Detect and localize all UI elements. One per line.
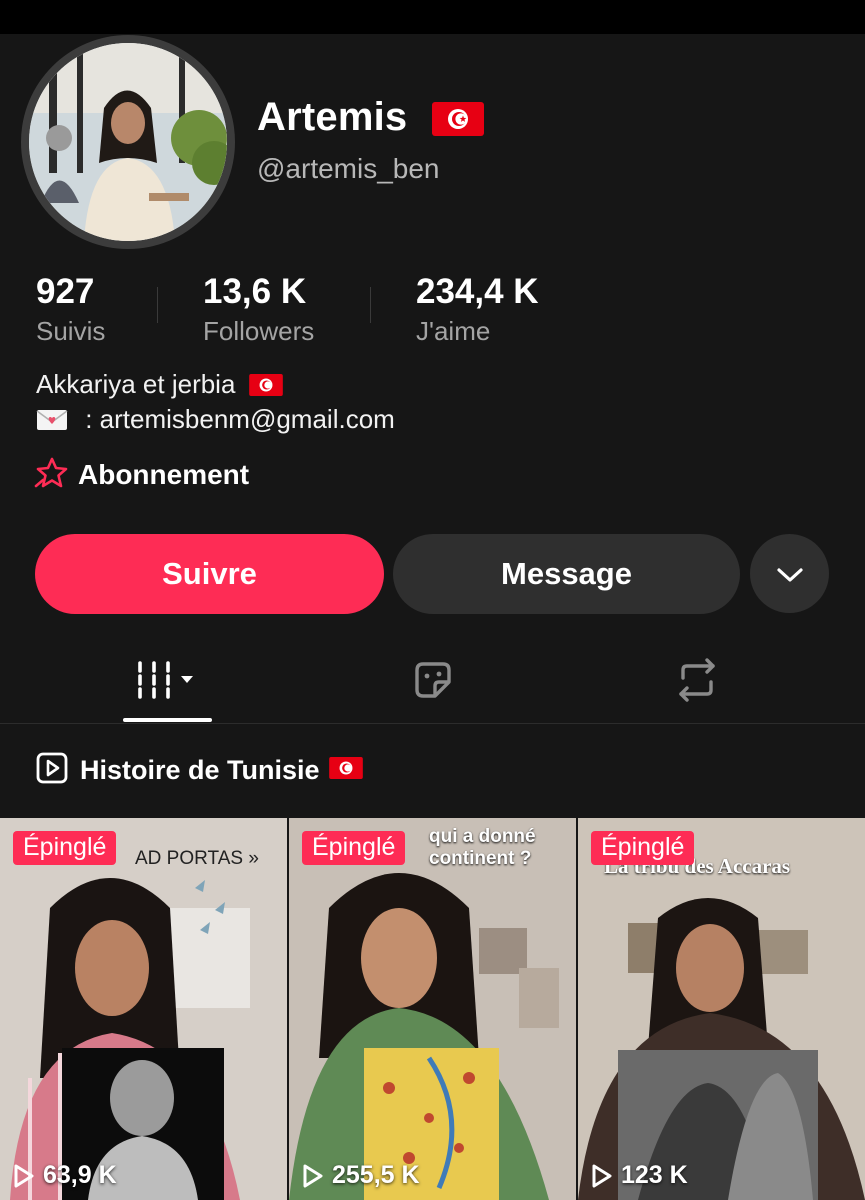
tunisia-flag-icon xyxy=(248,372,283,403)
subscription-label: Abonnement xyxy=(78,459,250,490)
video-thumbnail[interactable]: AD PORTAS » Épinglé 63,9 K xyxy=(0,818,287,1200)
play-outline-icon xyxy=(14,1164,34,1187)
stat-likes[interactable]: 234,4 K J'aime xyxy=(416,272,539,347)
tab-reposts[interactable] xyxy=(664,654,730,710)
bio-line-1: Akkariya et jerbia xyxy=(36,369,283,403)
message-button[interactable]: Message xyxy=(393,534,740,614)
bio-email[interactable]: : artemisbenm@gmail.com xyxy=(85,404,395,434)
video-thumbnail[interactable]: La tribu des Accaras Épinglé 123 K xyxy=(578,818,865,1200)
stat-label: Followers xyxy=(203,316,315,346)
view-count: 255,5 K xyxy=(302,1161,420,1190)
subscription-link[interactable]: Abonnement xyxy=(34,455,249,495)
more-options-button[interactable] xyxy=(750,534,829,613)
profile-name: Artemis xyxy=(257,95,408,139)
play-outline-icon xyxy=(303,1164,323,1187)
video-caption-line-2: continent ? xyxy=(429,848,532,869)
stat-value: 234,4 K xyxy=(416,272,539,311)
video-caption: AD PORTAS » xyxy=(135,848,259,869)
videos-grid-icon xyxy=(136,659,200,706)
video-thumbnail[interactable]: qui a donné continent ? Épinglé 255,5 K xyxy=(289,818,576,1200)
pinned-badge: Épinglé xyxy=(302,831,406,865)
sticker-icon xyxy=(411,658,455,707)
love-letter-icon xyxy=(36,408,68,439)
view-count: 63,9 K xyxy=(13,1161,117,1190)
view-count-value: 63,9 K xyxy=(43,1161,117,1189)
profile-handle: @artemis_ben xyxy=(257,153,440,184)
view-count: 123 K xyxy=(591,1161,688,1190)
stat-divider xyxy=(157,287,158,323)
play-square-icon xyxy=(36,752,68,789)
pinned-badge: Épinglé xyxy=(591,831,695,865)
status-bar xyxy=(0,0,865,34)
video-thumbnail-image xyxy=(0,818,287,1200)
chevron-down-icon xyxy=(776,556,804,592)
tunisia-flag-icon xyxy=(328,756,363,784)
stat-followers[interactable]: 13,6 K Followers xyxy=(203,272,314,347)
playlist-row[interactable]: Histoire de Tunisie xyxy=(36,752,363,788)
tab-stickers[interactable] xyxy=(400,654,466,710)
play-outline-icon xyxy=(592,1164,612,1187)
stat-following[interactable]: 927 Suivis xyxy=(36,272,105,347)
pinned-badge: Épinglé xyxy=(13,831,117,865)
view-count-value: 123 K xyxy=(621,1161,688,1189)
follow-button[interactable]: Suivre xyxy=(35,534,384,614)
tunisia-flag-icon xyxy=(432,102,484,141)
bio-text: Akkariya et jerbia xyxy=(36,369,236,399)
active-tab-indicator xyxy=(123,718,212,722)
view-count-value: 255,5 K xyxy=(332,1161,420,1189)
tab-videos[interactable] xyxy=(123,654,212,710)
stat-label: Suivis xyxy=(36,316,106,346)
video-caption-line-1: qui a donné xyxy=(429,826,536,847)
star-badge-icon xyxy=(34,456,70,495)
avatar[interactable] xyxy=(21,35,235,249)
playlist-title: Histoire de Tunisie xyxy=(80,754,320,785)
video-thumbnail-image xyxy=(289,818,576,1200)
stat-divider xyxy=(370,287,371,323)
stat-label: J'aime xyxy=(416,316,491,346)
bio-line-2: : artemisbenm@gmail.com xyxy=(36,404,395,439)
repost-icon xyxy=(673,657,721,707)
avatar-photo xyxy=(29,43,227,241)
stat-value: 13,6 K xyxy=(203,272,307,311)
stat-value: 927 xyxy=(36,272,95,311)
tabs-divider xyxy=(0,723,865,724)
